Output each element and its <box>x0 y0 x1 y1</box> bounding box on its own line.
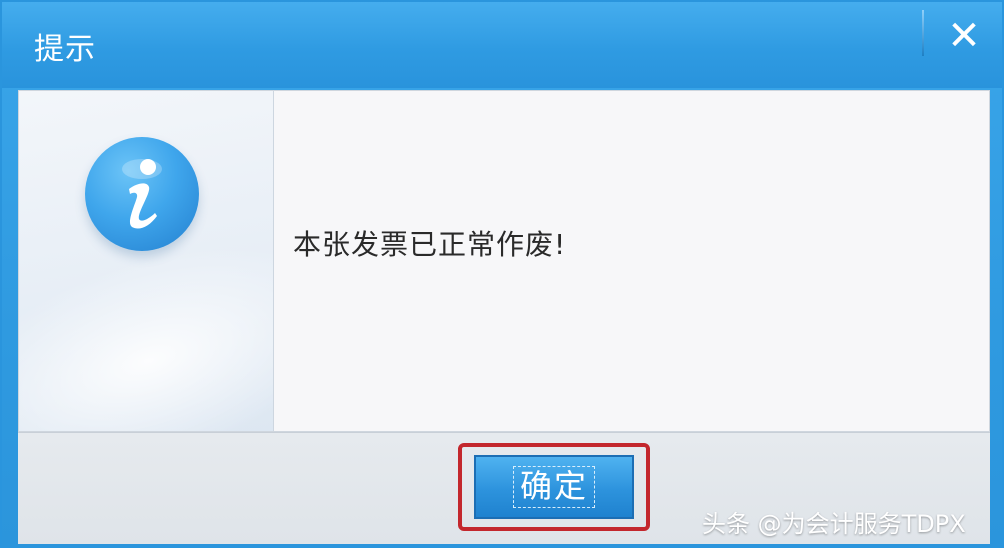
dialog-message: 本张发票已正常作废! <box>293 228 567 261</box>
info-dialog: 提示 ✕ 本张发票已正常作废! 确定 <box>0 0 1004 548</box>
close-button[interactable]: ✕ <box>936 8 992 64</box>
ok-button-label: 确定 <box>512 466 595 508</box>
info-glyph <box>122 159 162 229</box>
dialog-title: 提示 <box>34 32 96 67</box>
title-bar[interactable]: 提示 ✕ <box>2 2 1002 88</box>
info-icon <box>85 137 199 251</box>
dialog-content: 本张发票已正常作废! <box>18 90 990 432</box>
close-icon: ✕ <box>947 13 981 59</box>
icon-panel <box>19 91 274 431</box>
ok-button[interactable]: 确定 <box>474 455 634 519</box>
title-divider <box>922 10 924 56</box>
watermark-text: 头条 @为会计服务TDPX <box>702 510 966 538</box>
